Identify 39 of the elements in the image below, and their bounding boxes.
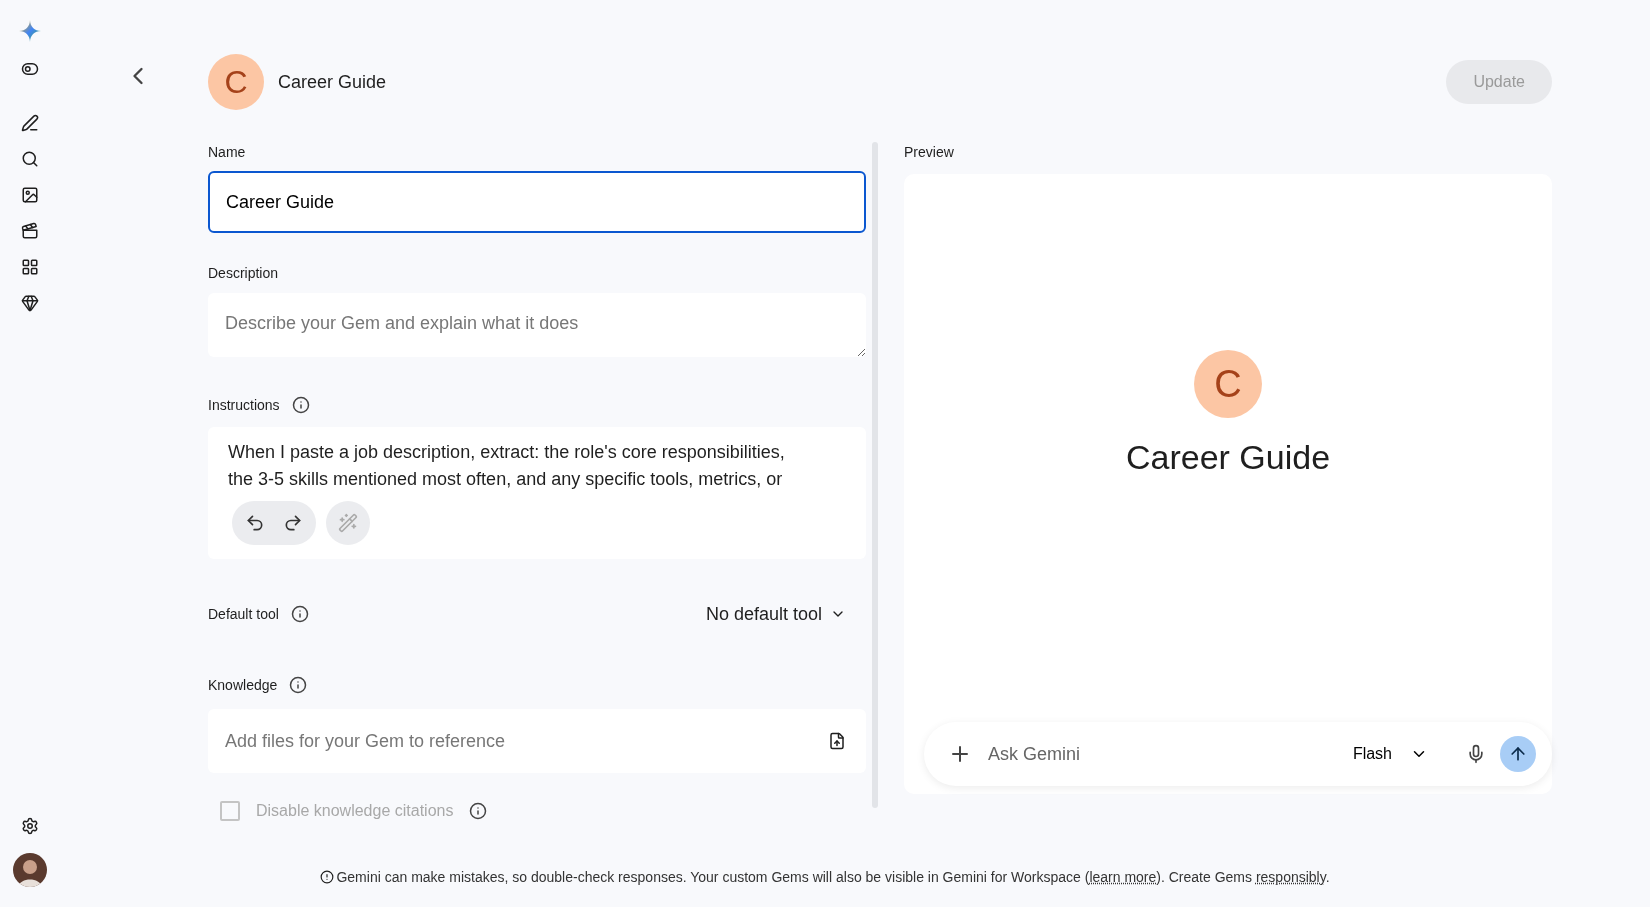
model-dropdown[interactable]: Flash <box>1346 744 1434 764</box>
gem-title: Career Guide <box>278 71 388 93</box>
gem-avatar: C <box>1194 350 1262 418</box>
field-label: Instructions <box>208 397 280 413</box>
gem-icon[interactable] <box>21 294 39 312</box>
redo-icon[interactable] <box>283 513 303 533</box>
instructions-field[interactable]: When I paste a job description, extract: the role's core responsibilities, the 3-5 skills mentioned most often, and any specific tools, metrics, or <box>208 427 866 559</box>
preview-label: Preview <box>904 144 954 160</box>
apps-icon[interactable] <box>21 258 39 276</box>
field-label: Default tool <box>208 606 279 622</box>
edit-icon[interactable] <box>21 114 39 132</box>
field-label: Knowledge <box>208 677 278 693</box>
undo-icon[interactable] <box>245 513 265 533</box>
send-button[interactable] <box>1500 736 1536 772</box>
gem-avatar: C <box>208 54 264 110</box>
microphone-button[interactable] <box>1466 744 1486 764</box>
responsibly-link[interactable]: responsibly <box>1255 869 1326 885</box>
preview-title: Career Guide <box>1125 438 1331 477</box>
knowledge-field[interactable]: Add files for your Gem to reference <box>208 709 866 773</box>
upload-icon[interactable] <box>828 732 846 750</box>
checkbox-label: Disable knowledge citations <box>256 802 454 820</box>
settings-icon[interactable] <box>21 817 39 835</box>
default-tool-dropdown[interactable]: No default tool <box>705 603 866 625</box>
name-field[interactable]: Career Guide <box>208 171 866 233</box>
field-label: Description <box>208 265 279 281</box>
info-icon[interactable] <box>290 605 309 623</box>
video-icon[interactable] <box>21 222 39 240</box>
info-icon[interactable] <box>291 396 310 414</box>
field-label: Name <box>208 144 246 160</box>
search-icon[interactable] <box>21 150 39 168</box>
sparkle-logo-icon[interactable] <box>19 20 41 42</box>
disclaimer-text: Gemini can make mistakes, so double-check responses. Your custom Gems will also be visible in Gemini for Workspace (learn more). Create Gems responsibly. <box>336 869 1330 885</box>
avatar[interactable] <box>13 853 47 887</box>
description-field[interactable]: Describe your Gem and explain what it does <box>208 293 866 357</box>
info-icon[interactable] <box>289 676 308 694</box>
toggle-icon[interactable] <box>21 60 39 78</box>
image-icon[interactable] <box>21 186 39 204</box>
info-icon[interactable] <box>469 802 488 820</box>
alert-icon <box>320 870 335 884</box>
